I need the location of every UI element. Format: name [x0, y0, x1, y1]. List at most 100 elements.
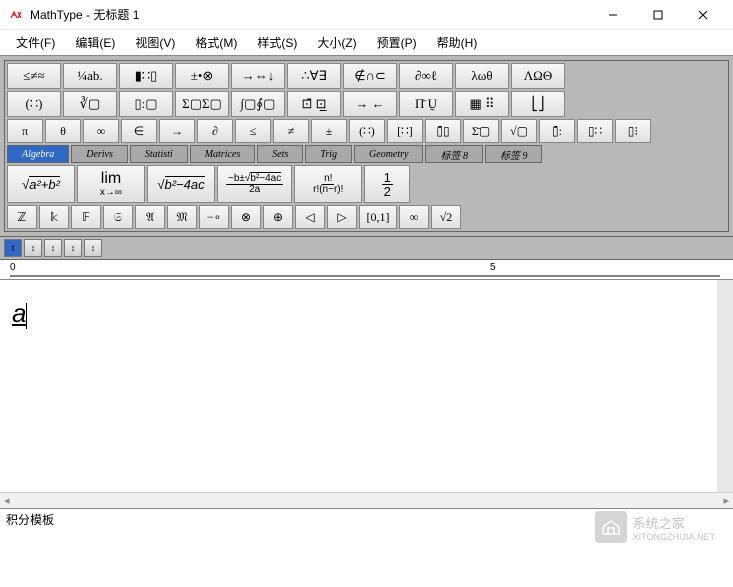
palette-greek-upper[interactable]: ΛΩΘ [511, 63, 565, 89]
sym-compose[interactable]: −∘ [199, 205, 229, 229]
template-combination[interactable]: n!r!(n−r)! [294, 165, 362, 203]
sym-triangle-left[interactable]: ◁ [295, 205, 325, 229]
sym-interval[interactable]: [0,1] [359, 205, 397, 229]
tmpl-sum[interactable]: Σ̄▢ [463, 119, 499, 143]
tab-derivs[interactable]: Derivs [71, 145, 128, 163]
tmpl-sup[interactable]: ▯̄: [539, 119, 575, 143]
tab-trig[interactable]: Trig [305, 145, 352, 163]
palette-matrices[interactable]: ▦ ⠿ [455, 91, 509, 117]
sym-frak-k[interactable]: 𝕜 [39, 205, 69, 229]
palette-overbars[interactable]: ⊡̄ ⊡̲ [287, 91, 341, 117]
palette-labeled-arrows[interactable]: → ← [343, 91, 397, 117]
palette-spaces[interactable]: ¼ab. [63, 63, 117, 89]
watermark: 系统之家 XITONGZHIJIA.NET [595, 511, 715, 543]
menu-view[interactable]: 视图(V) [125, 31, 185, 54]
sym-frak-a[interactable]: 𝔄 [135, 205, 165, 229]
sym-theta[interactable]: θ [45, 119, 81, 143]
minimize-button[interactable] [590, 0, 635, 30]
template-tabs: Algebra Derivs Statisti Matrices Sets Tr… [7, 145, 726, 163]
sym-frak-m[interactable]: 𝔐 [167, 205, 197, 229]
palette-row-1: ≤≠≈ ¼ab. ▮∷▯ ±•⊗ →⇔↓ ∴∀∃ ∉∩⊂ ∂∞ℓ λωθ ΛΩΘ [7, 63, 726, 89]
menu-help[interactable]: 帮助(H) [427, 31, 488, 54]
maximize-button[interactable] [635, 0, 680, 30]
sec-tab-2[interactable]: ↕ [24, 239, 42, 257]
sym-bb-f[interactable]: 𝔽 [71, 205, 101, 229]
sym-infinity[interactable]: ∞ [83, 119, 119, 143]
app-icon [8, 7, 24, 23]
template-half[interactable]: 12 [364, 165, 410, 203]
menu-size[interactable]: 大小(Z) [307, 31, 366, 54]
sym-leq[interactable]: ≤ [235, 119, 271, 143]
palette-row-3: π θ ∞ ∈ → ∂ ≤ ≠ ± (∷) [∷] ▯̄▯ Σ̄▢ √▢ ▯̄:… [7, 119, 726, 143]
sym-int-z[interactable]: ℤ [7, 205, 37, 229]
template-limit[interactable]: limx→∞ [77, 165, 145, 203]
palette-sums[interactable]: Σ▢Σ▢ [175, 91, 229, 117]
menu-edit[interactable]: 编辑(E) [65, 31, 125, 54]
tab-matrices[interactable]: Matrices [190, 145, 256, 163]
template-discriminant[interactable]: √b²−4ac [147, 165, 215, 203]
tmpl-sqrt[interactable]: √▢ [501, 119, 537, 143]
ruler[interactable]: 0 5 [0, 260, 733, 280]
sym-partial[interactable]: ∂ [197, 119, 233, 143]
window-title: MathType - 无标题 1 [30, 6, 590, 23]
palette-subscripts[interactable]: ▯:▢ [119, 91, 173, 117]
template-pythagoras[interactable]: √a²+b² [7, 165, 75, 203]
tmpl-frac[interactable]: ▯̄▯ [425, 119, 461, 143]
menu-style[interactable]: 样式(S) [247, 31, 307, 54]
palette-embellish[interactable]: ▮∷▯ [119, 63, 173, 89]
watermark-line2: XITONGZHIJIA.NET [633, 532, 715, 542]
tmpl-paren[interactable]: (∷) [349, 119, 385, 143]
sec-tab-4[interactable]: ↕ [64, 239, 82, 257]
titlebar: MathType - 无标题 1 [0, 0, 733, 30]
sym-triangle-right[interactable]: ▷ [327, 205, 357, 229]
palette-logic[interactable]: ∴∀∃ [287, 63, 341, 89]
palette-relational[interactable]: ≤≠≈ [7, 63, 61, 89]
secondary-bar: t ↕ ↕ ↕ ↕ [0, 237, 733, 260]
menu-format[interactable]: 格式(M) [185, 31, 247, 54]
tab-geometry[interactable]: Geometry [354, 145, 423, 163]
sec-tab-1[interactable]: t [4, 239, 22, 257]
sec-tab-3[interactable]: ↕ [44, 239, 62, 257]
palette-misc[interactable]: ∂∞ℓ [399, 63, 453, 89]
palette-operators[interactable]: ±•⊗ [175, 63, 229, 89]
watermark-line1: 系统之家 [633, 513, 715, 532]
scroll-left-icon[interactable]: ◂ [4, 494, 10, 507]
tab-algebra[interactable]: Algebra [7, 145, 69, 163]
tab-8[interactable]: 标签 8 [425, 145, 483, 163]
editor-area[interactable]: a [0, 280, 733, 492]
tab-statisti[interactable]: Statisti [130, 145, 188, 163]
tab-9[interactable]: 标签 9 [485, 145, 543, 163]
palette-boxes[interactable]: ⎣⎦ [511, 91, 565, 117]
close-button[interactable] [680, 0, 725, 30]
sym-otimes[interactable]: ⊗ [231, 205, 261, 229]
window-controls [590, 0, 725, 30]
menu-preset[interactable]: 预置(P) [367, 31, 427, 54]
palette-products[interactable]: Π̄ Ṵ [399, 91, 453, 117]
sec-tab-5[interactable]: ↕ [84, 239, 102, 257]
equation-content[interactable]: a [12, 299, 27, 328]
tmpl-bracket[interactable]: [∷] [387, 119, 423, 143]
menu-file[interactable]: 文件(F) [6, 31, 65, 54]
template-quadratic[interactable]: −b±√b²−4ac2a [217, 165, 292, 203]
sym-neq[interactable]: ≠ [273, 119, 309, 143]
horizontal-scrollbar[interactable]: ◂ ▸ [0, 492, 733, 508]
tab-sets[interactable]: Sets [257, 145, 303, 163]
tmpl-sub[interactable]: ▯∷ [577, 119, 613, 143]
sym-infty[interactable]: ∞ [399, 205, 429, 229]
palette-fractions[interactable]: ∛▢ [63, 91, 117, 117]
sym-sqrt2[interactable]: √2 [431, 205, 461, 229]
palette-greek-lower[interactable]: λωθ [455, 63, 509, 89]
scroll-right-icon[interactable]: ▸ [723, 494, 729, 507]
sym-arrow[interactable]: → [159, 119, 195, 143]
palette-arrows[interactable]: →⇔↓ [231, 63, 285, 89]
sym-element[interactable]: ∈ [121, 119, 157, 143]
palette-integrals[interactable]: ∫▢∮▢ [231, 91, 285, 117]
sym-pm[interactable]: ± [311, 119, 347, 143]
sym-pi[interactable]: π [7, 119, 43, 143]
text-cursor [26, 303, 27, 329]
palette-sets[interactable]: ∉∩⊂ [343, 63, 397, 89]
sym-frak-s[interactable]: 𝔖 [103, 205, 133, 229]
sym-oplus[interactable]: ⊕ [263, 205, 293, 229]
tmpl-supsub[interactable]: ▯⁝ [615, 119, 651, 143]
palette-fences[interactable]: (∷) [7, 91, 61, 117]
